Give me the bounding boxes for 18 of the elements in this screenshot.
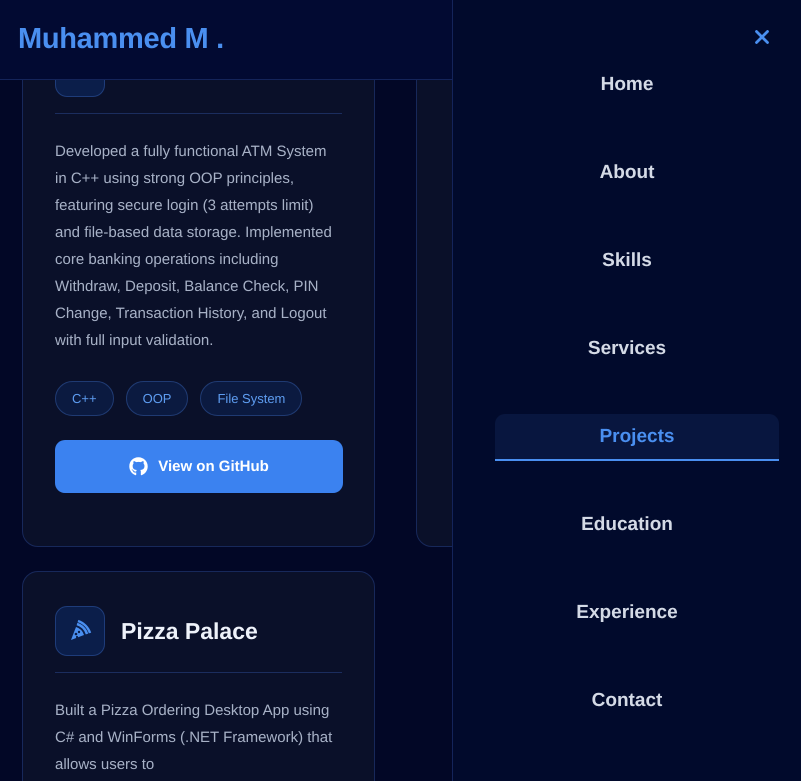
site-logo[interactable]: Muhammed M .: [18, 23, 224, 56]
tech-tag: File System: [200, 381, 302, 416]
nav-link[interactable]: About: [453, 150, 801, 197]
nav-link[interactable]: Experience: [453, 590, 801, 637]
github-icon: [129, 457, 148, 476]
project-description: Built a Pizza Ordering Desktop App using C# and WinForms (.NET Framework) that allows users to: [55, 701, 334, 775]
pizza-icon: [68, 619, 92, 643]
project-title: Pizza Palace: [121, 618, 258, 644]
nav-link[interactable]: Education: [453, 502, 801, 549]
nav-link[interactable]: Home: [453, 62, 801, 109]
project-description: Developed a fully functional ATM System in C++ using strong OOP principles, featuring secure login (3 attempts limit) and file-based data storage. Implemented core banking operations including Withdraw, Deposit, Balance Check, PIN Change, Transaction History, and Logout with full input validation.: [55, 142, 333, 351]
tech-tag: OOP: [126, 381, 188, 416]
nav-link[interactable]: Projects: [495, 414, 779, 461]
nav-link[interactable]: Contact: [453, 678, 801, 725]
github-button[interactable]: View on GitHub: [55, 440, 343, 493]
tech-tag: C++: [55, 381, 114, 416]
nav-link[interactable]: Skills: [453, 238, 801, 285]
nav-link[interactable]: Services: [453, 326, 801, 373]
